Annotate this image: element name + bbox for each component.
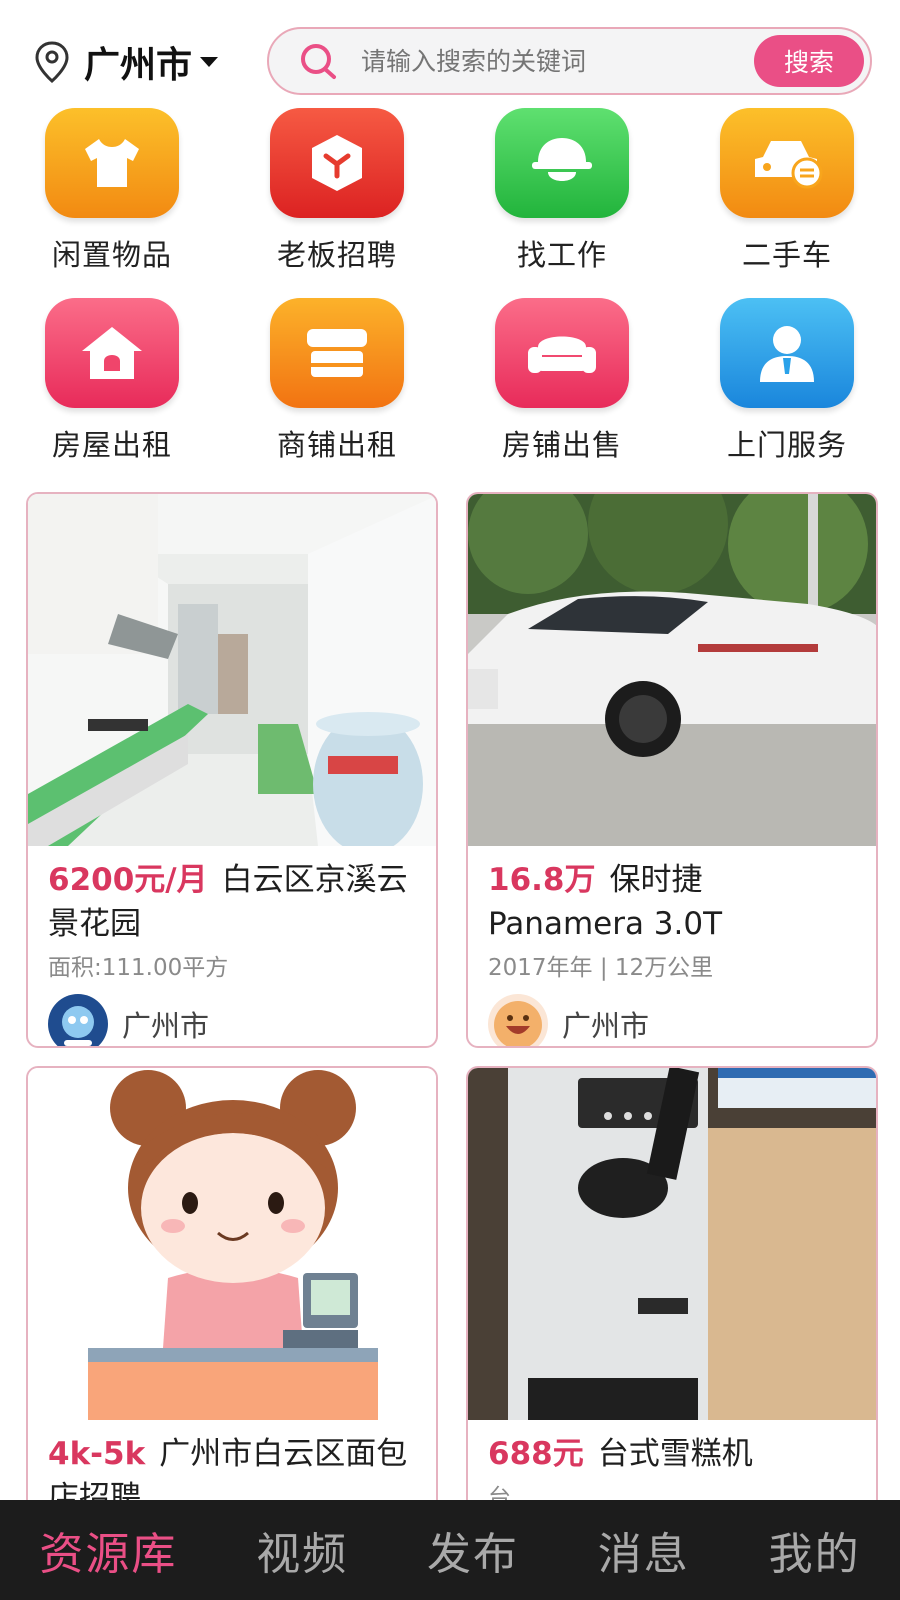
nav-messages[interactable]: 消息 (598, 1518, 690, 1582)
category-used-car[interactable]: 二手车 (687, 108, 887, 274)
category-label: 商铺出租 (276, 428, 397, 462)
person-icon (720, 298, 854, 408)
nav-video[interactable]: 视频 (256, 1518, 348, 1582)
listing-image-ice-cream-machine (468, 1068, 876, 1420)
listing-image-car (468, 494, 876, 846)
seller-city: 广州市 (122, 1009, 210, 1043)
top-bar: 广州市 搜索 (0, 0, 900, 105)
helmet-icon (495, 108, 629, 218)
city-name: 广州市 (84, 45, 193, 86)
category-label: 二手车 (741, 238, 832, 272)
listing-image-cashier (28, 1068, 436, 1420)
search-input[interactable] (361, 46, 721, 76)
category-home-service[interactable]: 上门服务 (687, 298, 887, 464)
category-boss-hiring[interactable]: 老板招聘 (237, 108, 437, 274)
listing-price: 16.8万 (488, 862, 596, 898)
house-icon (45, 298, 179, 408)
listing-subtitle: 2017年年 | 12万公里 (488, 955, 714, 981)
car-icon (720, 108, 854, 218)
bottom-nav: 资源库 视频 发布 消息 我的 (0, 1500, 900, 1600)
cube-icon (270, 108, 404, 218)
listing-price: 688元 (488, 1436, 584, 1472)
listing-price: 6200元/月 (48, 862, 208, 898)
avatar (488, 994, 548, 1046)
listing-card[interactable]: 688元 台式雪糕机 台 (466, 1066, 878, 1526)
listing-subtitle: 面积:111.00平方 (48, 955, 229, 981)
location-pin-icon (35, 41, 69, 83)
nav-resource-library[interactable]: 资源库 (39, 1518, 177, 1582)
category-house-rent[interactable]: 房屋出租 (12, 298, 212, 464)
listing-card[interactable]: 6200元/月 白云区京溪云景花园 面积:111.00平方 广州市 (26, 492, 438, 1048)
category-label: 找工作 (516, 238, 607, 272)
listing-price: 4k-5k (48, 1436, 146, 1472)
sofa-icon (495, 298, 629, 408)
seller-info: 广州市 (48, 994, 416, 1046)
chevron-down-icon (200, 57, 219, 67)
category-label: 上门服务 (726, 428, 847, 462)
search-bar[interactable]: 搜索 (267, 27, 872, 95)
seller-info: 广州市 (488, 994, 856, 1046)
category-used-goods[interactable]: 闲置物品 (12, 108, 212, 274)
listing-card[interactable]: 4k-5k 广州市白云区面包店招聘 (26, 1066, 438, 1526)
listing-image-kitchen (28, 494, 436, 846)
store-icon (270, 298, 404, 408)
listing-title: 16.8万 保时捷 Panamera 3.0T (488, 862, 723, 942)
category-shop-rent[interactable]: 商铺出租 (237, 298, 437, 464)
search-icon (301, 44, 336, 79)
listing-card[interactable]: 16.8万 保时捷 Panamera 3.0T 2017年年 | 12万公里 广州… (466, 492, 878, 1048)
listing-title: 688元 台式雪糕机 (488, 1436, 753, 1472)
avatar (48, 994, 108, 1046)
nav-publish[interactable]: 发布 (427, 1518, 519, 1582)
category-label: 房屋出租 (51, 428, 172, 462)
nav-profile[interactable]: 我的 (769, 1518, 861, 1582)
category-find-job[interactable]: 找工作 (462, 108, 662, 274)
seller-city: 广州市 (562, 1009, 650, 1043)
category-label: 老板招聘 (276, 238, 397, 272)
category-shop-sale[interactable]: 房铺出售 (462, 298, 662, 464)
tshirt-icon (45, 108, 179, 218)
category-label: 房铺出售 (501, 428, 622, 462)
city-selector[interactable]: 广州市 (32, 38, 219, 86)
listing-title: 6200元/月 白云区京溪云景花园 (48, 862, 408, 942)
category-label: 闲置物品 (51, 238, 172, 272)
search-button[interactable]: 搜索 (754, 35, 864, 87)
